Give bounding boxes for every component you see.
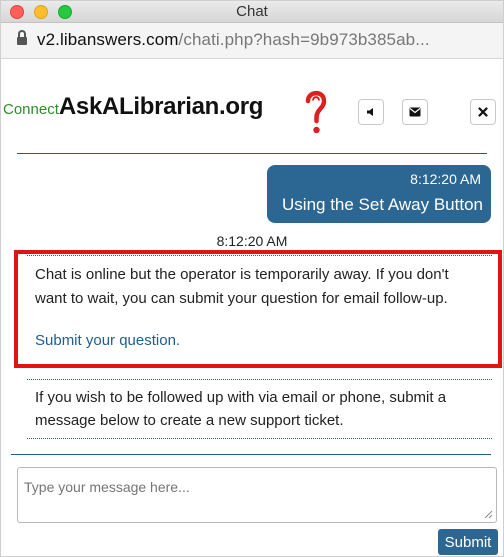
lock-icon	[17, 30, 27, 47]
ticket-notice-line-1: If you wish to be followed up with via e…	[35, 389, 447, 406]
header-divider	[17, 153, 487, 154]
resize-grip-icon[interactable]	[483, 509, 493, 519]
logo: ConnectAskALibrarian.org	[3, 93, 263, 121]
logo-name-text: AskALibrarian.org	[58, 93, 264, 120]
user-message-bubble: 8:12:20 AM Using the Set Away Button	[267, 165, 491, 223]
question-mark-logo-icon	[305, 90, 327, 134]
sound-icon	[367, 108, 373, 116]
user-message-time: 8:12:20 AM	[410, 171, 481, 187]
chat-header: ConnectAskALibrarian.org	[1, 59, 503, 155]
composer-divider	[11, 454, 491, 455]
sound-toggle-button[interactable]	[358, 99, 384, 125]
highlight-box	[14, 250, 502, 368]
message-divider	[27, 379, 492, 380]
user-message-text: Using the Set Away Button	[282, 195, 483, 214]
logo-connect-text: Connect	[3, 101, 59, 118]
chat-window: Chat v2.libanswers.com/chati.php?hash=9b…	[0, 0, 504, 557]
close-icon	[478, 107, 488, 117]
submit-button[interactable]: Submit	[438, 529, 498, 555]
url-text[interactable]: v2.libanswers.com/chati.php?hash=9b973b3…	[37, 30, 430, 50]
email-transcript-button[interactable]	[402, 99, 428, 125]
ticket-notice-line-2: message below to create a new support ti…	[35, 412, 344, 429]
close-chat-button[interactable]	[470, 99, 496, 125]
mail-icon	[409, 107, 421, 117]
message-input[interactable]	[17, 467, 497, 523]
url-path: /chati.php?hash=9b973b385ab...	[178, 30, 430, 49]
window-title: Chat	[236, 3, 268, 20]
url-host: v2.libanswers.com	[37, 30, 179, 49]
title-bar: Chat	[1, 1, 503, 23]
message-divider	[27, 438, 492, 439]
address-bar[interactable]: v2.libanswers.com/chati.php?hash=9b973b3…	[1, 23, 503, 59]
system-message-time: 8:12:20 AM	[216, 233, 288, 249]
